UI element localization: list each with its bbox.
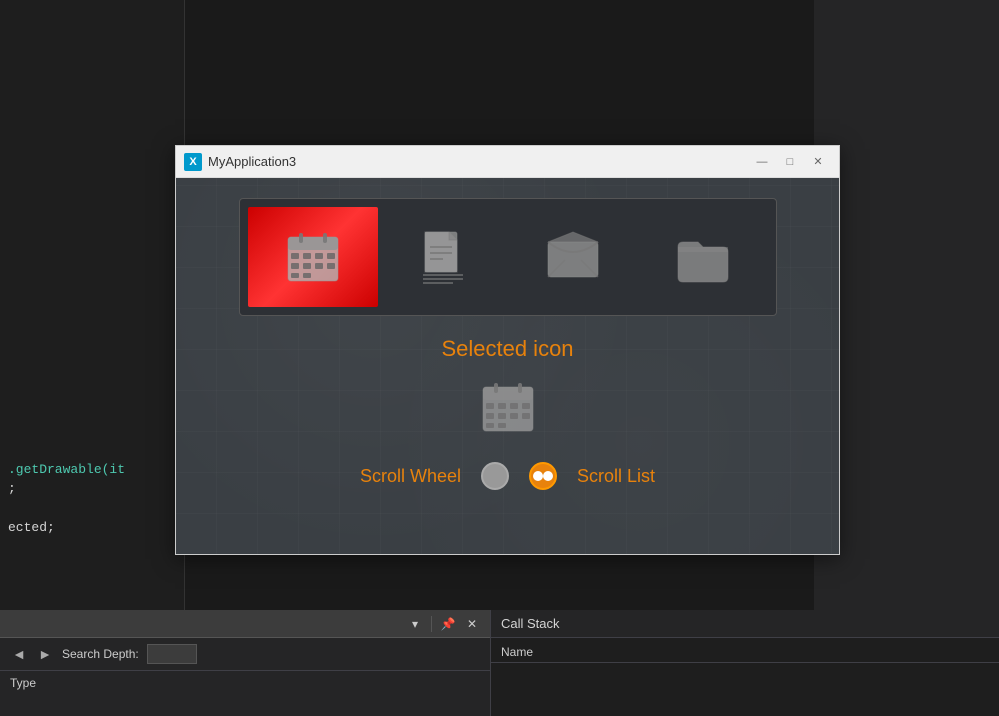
search-depth-input[interactable] <box>147 644 197 664</box>
search-section: ◄ ► Search Depth: <box>0 638 490 670</box>
code-line-1: .getDrawable(it <box>0 460 184 479</box>
minimize-button[interactable]: — <box>749 152 775 172</box>
app-title: MyApplication3 <box>208 154 296 169</box>
selected-label: Selected icon <box>441 336 573 362</box>
right-panel <box>814 0 999 610</box>
left-bottom-panel: ▾ 📌 ✕ ◄ ► Search Depth: Type <box>0 610 490 716</box>
app-content: Selected icon Scroll Wheel <box>176 178 839 554</box>
selected-section: Selected icon <box>441 336 573 437</box>
calendar-icon-cell[interactable] <box>248 207 378 307</box>
document-icon <box>413 227 473 287</box>
name-column-header: Name <box>501 645 533 659</box>
call-stack-col-header: Name <box>491 642 999 663</box>
nav-forward-button[interactable]: ► <box>36 645 54 663</box>
dropdown-button[interactable]: ▾ <box>405 614 425 634</box>
radio-section: Scroll Wheel Scroll List <box>360 462 655 490</box>
left-bottom-toolbar: ▾ 📌 ✕ <box>0 610 490 638</box>
document-icon-cell[interactable] <box>378 207 508 307</box>
type-header: Type <box>0 670 490 695</box>
title-bar: X MyApplication3 — □ ✕ <box>176 146 839 178</box>
app-icon: X <box>184 153 202 171</box>
call-stack-panel: Call Stack Name <box>490 610 999 716</box>
call-stack-header: Call Stack <box>491 610 999 638</box>
scroll-list-label: Scroll List <box>577 466 655 487</box>
scroll-wheel-label: Scroll Wheel <box>360 466 461 487</box>
close-button[interactable]: ✕ <box>805 152 831 172</box>
envelope-icon-cell[interactable] <box>508 207 638 307</box>
app-window: X MyApplication3 — □ ✕ <box>175 145 840 555</box>
code-editor: .getDrawable(it ; ected; <box>0 0 185 610</box>
code-line-3: ected; <box>0 518 184 537</box>
call-stack-title: Call Stack <box>501 616 560 631</box>
calendar-icon <box>283 227 343 287</box>
call-stack-content: Name <box>491 638 999 667</box>
toolbar-divider-1 <box>431 616 432 632</box>
close-panel-button[interactable]: ✕ <box>462 614 482 634</box>
search-depth-label: Search Depth: <box>62 647 139 661</box>
title-bar-left: X MyApplication3 <box>184 153 296 171</box>
icon-grid <box>239 198 777 316</box>
scroll-wheel-radio[interactable] <box>481 462 509 490</box>
radio-active-dot <box>533 471 543 481</box>
envelope-icon <box>543 227 603 287</box>
pin-button[interactable]: 📌 <box>438 614 458 634</box>
code-line-2: ; <box>0 479 184 498</box>
folder-icon-cell[interactable] <box>638 207 768 307</box>
scroll-list-radio[interactable] <box>529 462 557 490</box>
folder-icon <box>673 227 733 287</box>
title-buttons: — □ ✕ <box>749 152 831 172</box>
selected-icon-display <box>478 377 538 437</box>
nav-back-button[interactable]: ◄ <box>10 645 28 663</box>
type-label: Type <box>10 676 36 690</box>
maximize-button[interactable]: □ <box>777 152 803 172</box>
